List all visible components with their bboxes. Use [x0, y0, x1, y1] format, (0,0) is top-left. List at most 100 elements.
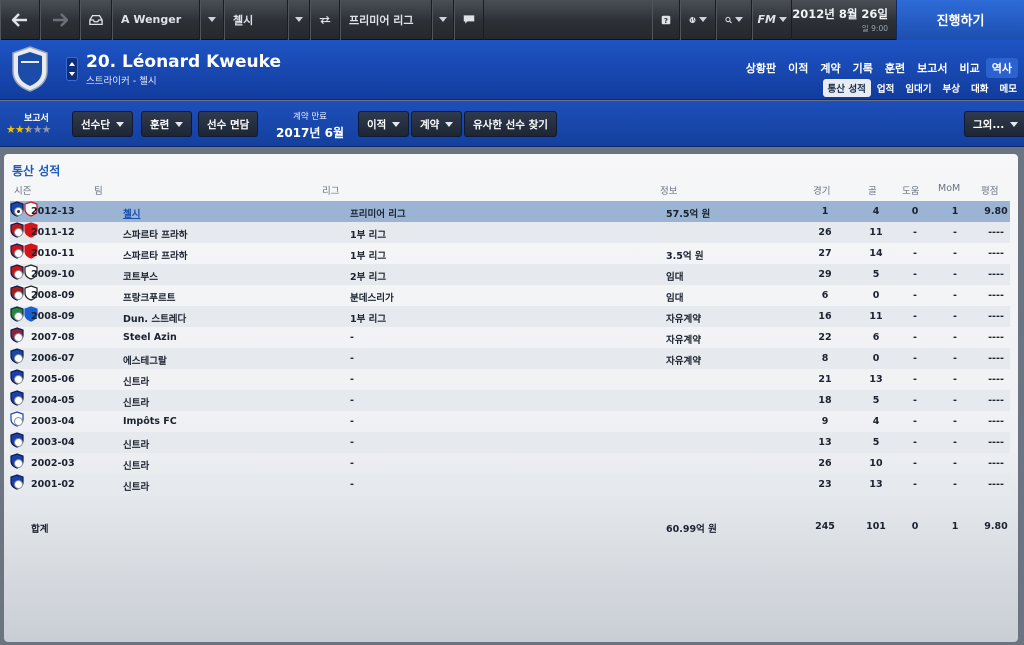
contract-button[interactable]: 계약: [411, 111, 463, 137]
tab-main-2[interactable]: 계약: [814, 58, 846, 78]
tab-sub-1[interactable]: 업적: [872, 79, 899, 97]
club-cell[interactable]: 신트라: [123, 395, 149, 409]
table-row[interactable]: 2006-07 에스테그랄 - 자유계약 8 0- - ----: [10, 348, 1010, 369]
tab-main-5[interactable]: 보고서: [911, 58, 953, 78]
club-cell[interactable]: Steel Azin: [123, 332, 177, 343]
row-select-radio[interactable]: [14, 228, 23, 237]
transfer-button[interactable]: 이적: [358, 111, 410, 137]
row-select-radio[interactable]: [14, 417, 23, 426]
club-cell[interactable]: 코트부스: [123, 269, 158, 283]
back-button[interactable]: [0, 0, 40, 40]
competition-dropdown-button[interactable]: [432, 0, 454, 40]
row-select-radio[interactable]: [14, 207, 23, 216]
club-cell[interactable]: 스파르타 프라하: [123, 227, 188, 241]
column-header-apps[interactable]: 경기: [813, 183, 830, 197]
training-button[interactable]: 훈련: [141, 111, 193, 137]
find-similar-button[interactable]: 유사한 선수 찾기: [464, 111, 557, 137]
table-row[interactable]: 2003-04 Impôts FC -9 4- - ----: [10, 411, 1010, 432]
tab-sub-0[interactable]: 통산 성적: [822, 79, 871, 97]
table-row[interactable]: 2001-02 신트라 -23 13- - ----: [10, 474, 1010, 495]
league-cell[interactable]: 1부 리그: [350, 248, 386, 262]
league-cell[interactable]: 1부 리그: [350, 311, 386, 325]
tab-main-0[interactable]: 상황판: [740, 58, 782, 78]
league-cell[interactable]: -: [350, 416, 354, 427]
league-cell[interactable]: -: [350, 374, 354, 385]
tab-main-4[interactable]: 훈련: [879, 58, 911, 78]
inbox-button[interactable]: [80, 0, 112, 40]
column-header-assists[interactable]: 도움: [902, 183, 919, 197]
column-header-season[interactable]: 시즌: [14, 183, 31, 197]
player-switch-arrows[interactable]: [66, 57, 78, 81]
interview-button[interactable]: 선수 면담: [198, 111, 259, 137]
tab-main-1[interactable]: 이적: [782, 58, 814, 78]
manager-menu[interactable]: A Wenger: [112, 0, 200, 40]
row-select-radio[interactable]: [14, 333, 23, 342]
league-cell[interactable]: 프리미어 리그: [350, 206, 406, 220]
row-select-radio[interactable]: [14, 354, 23, 363]
league-cell[interactable]: -: [350, 437, 354, 448]
fm-menu-button[interactable]: FM: [752, 0, 793, 40]
search-button[interactable]: [716, 0, 753, 40]
table-row[interactable]: 2005-06 신트라 -21 13- - ----: [10, 369, 1010, 390]
row-select-radio[interactable]: [14, 459, 23, 468]
club-cell[interactable]: Dun. 스트레다: [123, 311, 186, 325]
league-cell[interactable]: 분데스리가: [350, 290, 394, 304]
tab-sub-2[interactable]: 임대기: [900, 79, 936, 97]
club-cell[interactable]: 첼시: [123, 206, 140, 220]
column-header-goals[interactable]: 골: [868, 183, 877, 197]
tab-sub-3[interactable]: 부상: [938, 79, 965, 97]
column-header-club[interactable]: 팀: [94, 183, 103, 197]
row-select-radio[interactable]: [14, 375, 23, 384]
forward-button[interactable]: [40, 0, 80, 40]
table-row[interactable]: 2012-13 첼시 프리미어 리그 57.5억 원 1 4 0 1 9.80: [10, 201, 1010, 222]
league-cell[interactable]: -: [350, 353, 354, 364]
league-cell[interactable]: -: [350, 479, 354, 490]
league-cell[interactable]: -: [350, 458, 354, 469]
table-row[interactable]: 2007-08 Steel Azin - 자유계약 22 6- - ----: [10, 327, 1010, 348]
league-cell[interactable]: -: [350, 332, 354, 343]
league-cell[interactable]: 2부 리그: [350, 269, 386, 283]
tab-main-7[interactable]: 역사: [985, 58, 1018, 78]
club-cell[interactable]: Impôts FC: [123, 416, 177, 427]
chat-button[interactable]: [454, 0, 484, 40]
league-cell[interactable]: 1부 리그: [350, 227, 386, 241]
club-cell[interactable]: 신트라: [123, 479, 149, 493]
club-cell[interactable]: 스파르타 프라하: [123, 248, 188, 262]
manager-dropdown-button[interactable]: [200, 0, 224, 40]
tab-sub-4[interactable]: 대화: [966, 79, 993, 97]
tab-main-6[interactable]: 비교: [954, 58, 986, 78]
row-select-radio[interactable]: [14, 312, 23, 321]
competition-menu[interactable]: 프리미어 리그: [340, 0, 432, 40]
club-cell[interactable]: 신트라: [123, 374, 149, 388]
tab-sub-5[interactable]: 메모: [995, 79, 1022, 97]
club-dropdown-button[interactable]: [288, 0, 310, 40]
table-row[interactable]: 2011-12 스파르타 프라하 1부 리그 26 11- - ----: [10, 222, 1010, 243]
table-row[interactable]: 2003-04 신트라 -13 5- - ----: [10, 432, 1010, 453]
help-button[interactable]: ?: [652, 0, 681, 40]
star-rating[interactable]: ★★★★★: [6, 123, 51, 136]
league-cell[interactable]: -: [350, 395, 354, 406]
club-menu[interactable]: 첼시: [224, 0, 288, 40]
table-row[interactable]: 2002-03 신트라 -26 10- - ----: [10, 453, 1010, 474]
table-row[interactable]: 2004-05 신트라 -18 5- - ----: [10, 390, 1010, 411]
club-cell[interactable]: 프랑크푸르트: [123, 290, 175, 304]
table-row[interactable]: 2010-11 스파르타 프라하 1부 리그 3.5억 원 27 14- - ----: [10, 243, 1010, 264]
row-select-radio[interactable]: [14, 249, 23, 258]
row-select-radio[interactable]: [14, 438, 23, 447]
column-header-league[interactable]: 리그: [322, 183, 339, 197]
row-select-radio[interactable]: [14, 396, 23, 405]
column-header-mom[interactable]: MoM: [938, 183, 960, 194]
row-select-radio[interactable]: [14, 480, 23, 489]
other-button[interactable]: 그외...: [964, 111, 1024, 137]
row-select-radio[interactable]: [14, 270, 23, 279]
world-menu-button[interactable]: [680, 0, 717, 40]
table-row[interactable]: 2008-09 프랑크푸르트 분데스리가 임대 6 0- - ----: [10, 285, 1010, 306]
tab-main-3[interactable]: 기록: [847, 58, 879, 78]
switch-competition-button[interactable]: [310, 0, 340, 40]
column-header-info[interactable]: 정보: [660, 183, 677, 197]
squad-button[interactable]: 선수단: [72, 111, 133, 137]
table-row[interactable]: 2008-09 Dun. 스트레다 1부 리그 자유계약 16 11- - ----: [10, 306, 1010, 327]
table-row[interactable]: 2009-10 코트부스 2부 리그 임대 29 5- - ----: [10, 264, 1010, 285]
continue-button[interactable]: 진행하기: [896, 0, 1024, 40]
club-cell[interactable]: 에스테그랄: [123, 353, 167, 367]
